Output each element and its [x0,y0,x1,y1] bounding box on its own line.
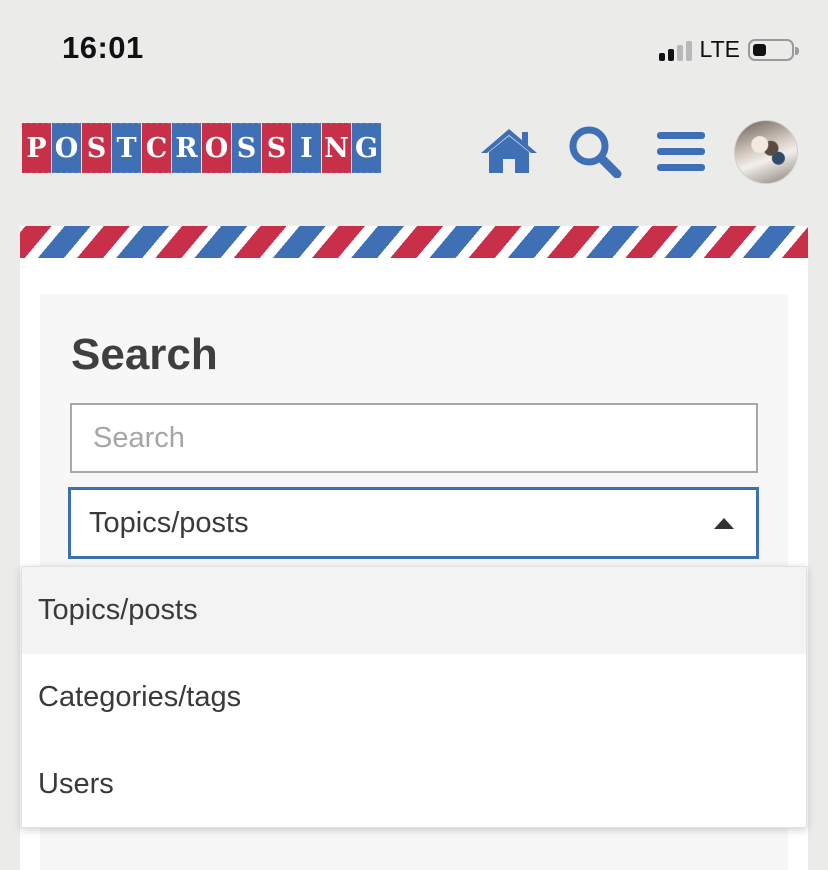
logo-letter: N [324,132,349,164]
signal-icon [658,39,692,61]
logo-letter: O [204,132,229,164]
search-scope-select[interactable]: Topics/posts [68,487,759,559]
logo-letter: G [354,132,379,164]
postcrossing-logo[interactable]: POSTCROSSING [22,121,381,175]
logo-stamp: R [172,121,201,175]
home-icon[interactable] [478,126,540,174]
option-users[interactable]: Users [22,741,806,828]
logo-stamp: N [322,121,351,175]
logo-stamp: O [52,121,81,175]
logo-letter: S [86,132,107,164]
logo-letter: I [300,132,313,164]
network-type: LTE [699,36,740,62]
logo-letter: T [116,132,137,164]
status-indicators: LTE [658,36,799,63]
logo-stamp: P [22,121,51,175]
search-icon[interactable] [567,124,623,178]
airmail-border [20,226,808,258]
option-topics-posts[interactable]: Topics/posts [22,567,806,654]
page-title: Search [71,330,218,379]
scope-dropdown: Topics/posts Categories/tags Users [21,566,807,828]
logo-letter: S [266,132,287,164]
logo-stamp: T [112,121,141,175]
logo-stamp: G [352,121,381,175]
logo-stamp: C [142,121,171,175]
user-avatar[interactable] [734,120,798,184]
logo-letter: C [145,132,168,164]
logo-stamp: O [202,121,231,175]
logo-letter: O [54,132,79,164]
menu-icon[interactable] [657,130,705,172]
caret-up-icon [714,517,734,529]
logo-stamp: S [82,121,111,175]
select-value: Topics/posts [89,506,249,539]
logo-letter: S [236,132,257,164]
option-categories-tags[interactable]: Categories/tags [22,654,806,741]
logo-letter: P [26,132,47,164]
battery-icon [748,38,799,61]
logo-stamp: I [292,121,321,175]
logo-stamp: S [232,121,261,175]
logo-letter: R [175,132,198,164]
search-input[interactable] [70,403,758,473]
logo-stamp: S [262,121,291,175]
status-time: 16:01 [62,30,144,65]
